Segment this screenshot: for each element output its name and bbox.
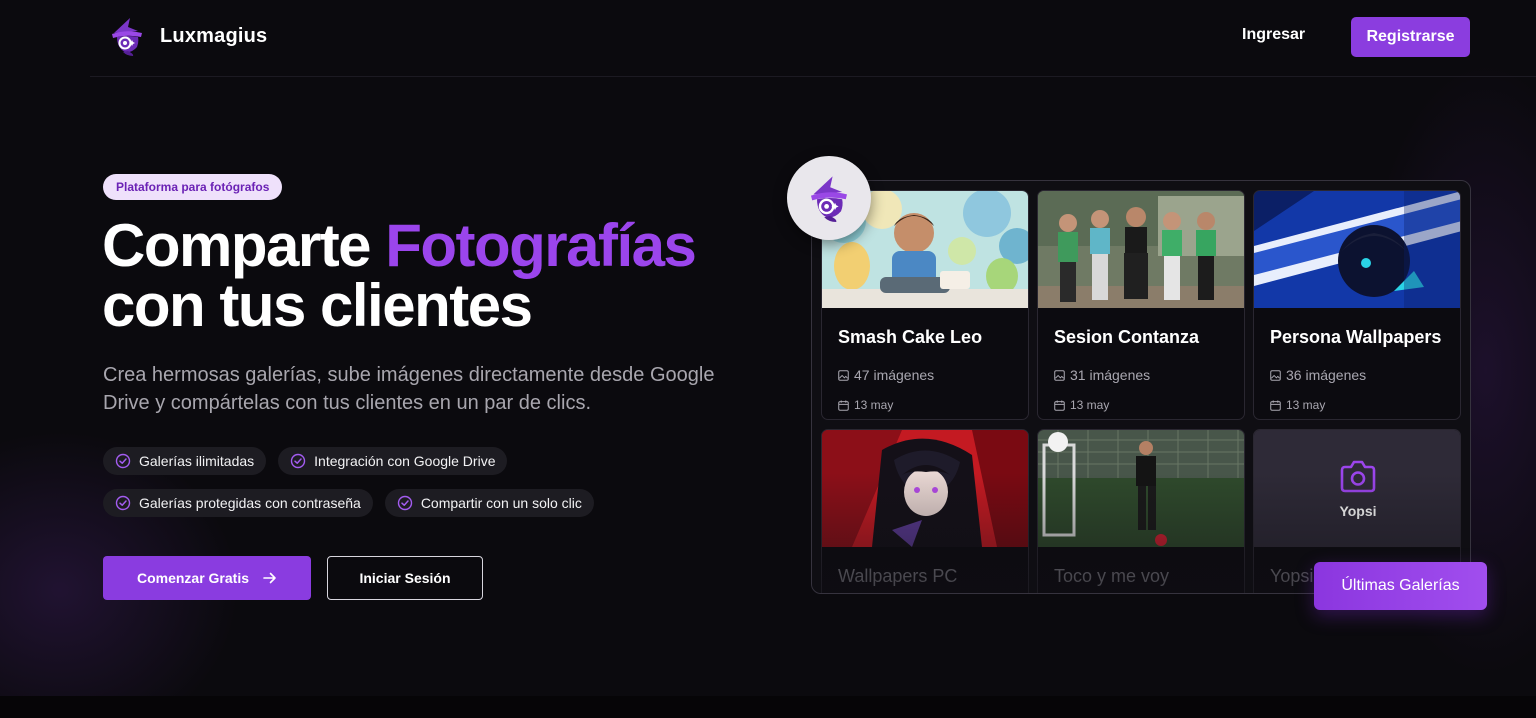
gallery-thumbnail xyxy=(1038,430,1244,547)
gallery-title: Yopsi xyxy=(1270,566,1314,586)
arrow-right-icon xyxy=(263,572,276,584)
brand-name: Luxmagius xyxy=(160,24,268,47)
feature-pill: Integración con Google Drive xyxy=(278,447,508,475)
camera-icon xyxy=(1340,460,1376,492)
check-circle-icon xyxy=(397,495,413,511)
feature-label: Compartir con un solo clic xyxy=(420,495,582,511)
wizard-logo-icon xyxy=(811,176,847,222)
persona-artwork xyxy=(1254,191,1460,308)
check-circle-icon xyxy=(115,495,131,511)
register-button[interactable]: Registrarse xyxy=(1351,17,1470,57)
gallery-date-label: 13 may xyxy=(854,398,894,412)
feature-pill: Galerías protegidas con contraseña xyxy=(103,489,373,517)
gallery-card[interactable]: Sesion Contanza 31 imágenes 13 may xyxy=(1037,190,1245,420)
gallery-card[interactable]: Wallpapers PC xyxy=(821,429,1029,593)
feature-pill: Galerías ilimitadas xyxy=(103,447,267,475)
anime-artwork xyxy=(822,430,1028,547)
calendar-icon xyxy=(1270,399,1281,411)
gallery-date: 13 may xyxy=(1054,398,1109,412)
hero-subtitle: Crea hermosas galerías, sube imágenes di… xyxy=(103,364,715,414)
image-icon xyxy=(1054,369,1065,381)
placeholder-label: Yopsi xyxy=(1339,502,1377,519)
gallery-date-label: 13 may xyxy=(1070,398,1110,412)
gallery-date-label: 13 may xyxy=(1286,398,1326,412)
landing-page: Luxmagius Ingresar Registrarse Plataform… xyxy=(0,0,1536,718)
brand[interactable]: Luxmagius xyxy=(108,16,267,56)
calendar-icon xyxy=(838,399,849,411)
gallery-title: Smash Cake Leo xyxy=(838,327,983,347)
gallery-date: 13 may xyxy=(1270,398,1325,412)
gallery-count-label: 47 imágenes xyxy=(854,367,935,383)
calendar-icon xyxy=(1054,399,1065,411)
gallery-thumbnail xyxy=(1038,191,1244,308)
gallery-title: Wallpapers PC xyxy=(838,566,958,586)
hero-title-part2: con tus clientes xyxy=(102,272,533,339)
gallery-thumbnail xyxy=(822,430,1028,547)
gallery-thumbnail-placeholder: Yopsi xyxy=(1254,430,1460,547)
gallery-image-count: 31 imágenes xyxy=(1054,367,1150,383)
gallery-image-count: 36 imágenes xyxy=(1270,367,1366,383)
image-icon xyxy=(1270,369,1281,381)
top-navbar: Luxmagius Ingresar Registrarse xyxy=(90,0,1536,77)
gallery-thumbnail xyxy=(1254,191,1460,308)
start-free-label: Comenzar Gratis xyxy=(136,570,250,586)
hero-title-accent: Fotografías xyxy=(385,212,697,279)
gallery-title: Sesion Contanza xyxy=(1054,327,1200,347)
gallery-image-count: 47 imágenes xyxy=(838,367,934,383)
feature-label: Integración con Google Drive xyxy=(314,453,496,469)
page-bottom-edge xyxy=(0,696,1536,718)
group-photo xyxy=(1038,191,1244,308)
hero-badge: Plataforma para fotógrafos xyxy=(103,174,283,200)
gallery-count-label: 31 imágenes xyxy=(1070,367,1151,383)
gallery-title: Toco y me voy xyxy=(1054,566,1170,586)
login-link[interactable]: Ingresar xyxy=(1242,26,1305,44)
gallery-card[interactable]: Persona Wallpapers 36 imágenes 13 may xyxy=(1253,190,1461,420)
check-circle-icon xyxy=(115,453,131,469)
gallery-count-label: 36 imágenes xyxy=(1286,367,1367,383)
gallery-title: Persona Wallpapers xyxy=(1270,327,1442,347)
start-free-button[interactable]: Comenzar Gratis xyxy=(103,556,311,600)
gallery-card[interactable]: Toco y me voy xyxy=(1037,429,1245,593)
gallery-preview-panel: Smash Cake Leo 47 imágenes 13 may Sesion… xyxy=(811,180,1471,594)
latest-galleries-button[interactable]: Últimas Galerías xyxy=(1314,562,1487,610)
image-icon xyxy=(838,369,849,381)
hero-title: Comparte Fotografías con tus clientes xyxy=(102,216,782,336)
hero-title-part1: Comparte xyxy=(102,212,386,279)
check-circle-icon xyxy=(290,453,306,469)
panel-logo-avatar xyxy=(787,156,871,240)
sign-in-button[interactable]: Iniciar Sesión xyxy=(327,556,483,600)
feature-pill: Compartir con un solo clic xyxy=(384,489,594,517)
wizard-logo-icon xyxy=(112,18,142,56)
feature-label: Galerías ilimitadas xyxy=(139,453,255,469)
feature-label: Galerías protegidas con contraseña xyxy=(139,495,361,511)
feature-list: Galerías ilimitadas Integración con Goog… xyxy=(103,447,663,517)
gallery-date: 13 may xyxy=(838,398,893,412)
soccer-photo xyxy=(1038,430,1244,547)
